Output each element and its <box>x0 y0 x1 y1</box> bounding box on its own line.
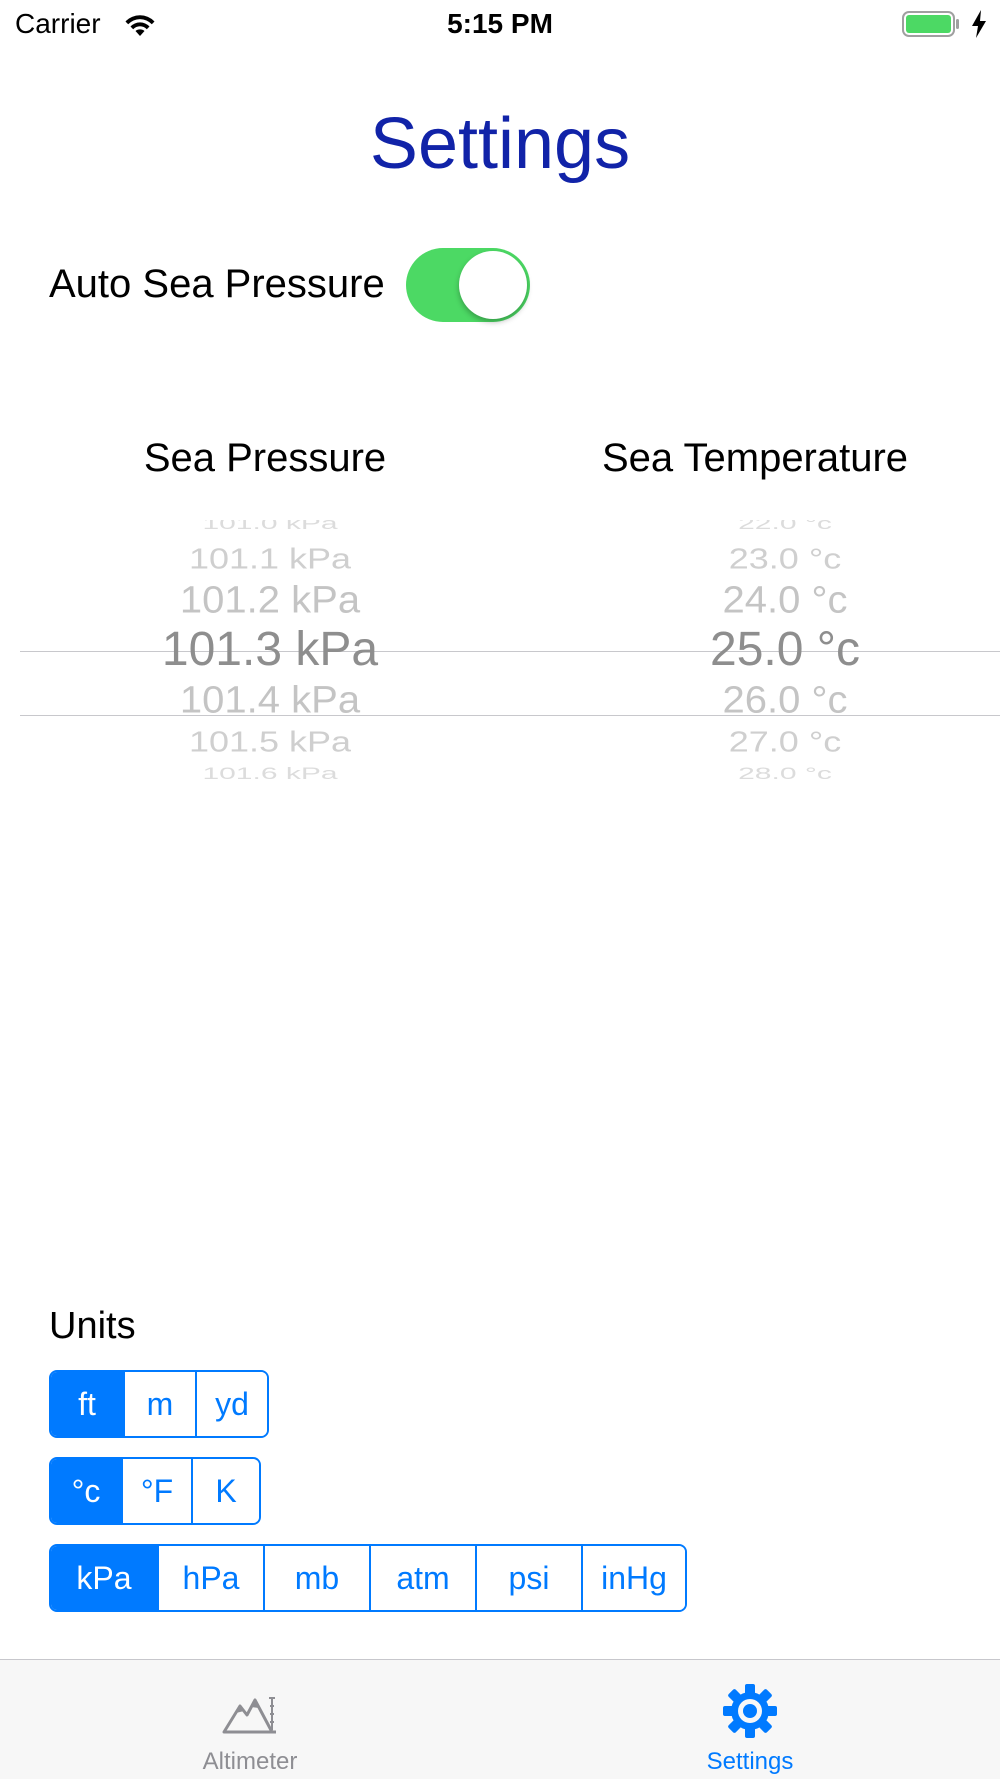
pressure-unit-segmented-control[interactable]: kPa hPa mb atm psi inHg <box>49 1544 687 1612</box>
sea-pressure-temperature-picker[interactable]: 101.0 kPa 22.0 °c 101.1 kPa 23.0 °c 101.2 kP… <box>20 520 1000 836</box>
page-title: Settings <box>369 104 631 184</box>
distance-unit-segmented-control[interactable]: ft m yd <box>49 1370 269 1438</box>
temperature-unit-option[interactable]: K <box>191 1459 259 1523</box>
pressure-unit-option[interactable]: psi <box>475 1546 581 1610</box>
pressure-unit-option[interactable]: hPa <box>157 1546 263 1610</box>
distance-unit-option[interactable]: m <box>123 1372 195 1436</box>
status-bar: Carrier 5:15 PM <box>0 0 1000 52</box>
distance-unit-option[interactable]: ft <box>51 1372 123 1436</box>
distance-unit-option[interactable]: yd <box>195 1372 267 1436</box>
temperature-unit-option[interactable]: °c <box>51 1459 121 1523</box>
temperature-unit-option[interactable]: °F <box>121 1459 191 1523</box>
sea-temperature-header: Sea Temperature <box>601 436 909 480</box>
gear-icon <box>723 1684 777 1738</box>
sea-pressure-header: Sea Pressure <box>143 436 387 480</box>
mountain-icon <box>222 1697 276 1734</box>
pressure-option[interactable]: 101.6 kPa <box>20 758 520 791</box>
auto-sea-pressure-label: Auto Sea Pressure <box>49 262 385 306</box>
pressure-unit-option[interactable]: kPa <box>51 1546 157 1610</box>
picker-row[interactable]: 101.6 kPa 28.0 °c <box>20 744 1000 804</box>
tab-altimeter[interactable]: Altimeter <box>0 1660 500 1779</box>
battery-icon <box>902 11 959 37</box>
auto-sea-pressure-toggle[interactable] <box>406 248 530 322</box>
tab-bar: Altimeter Settings <box>0 1659 1000 1779</box>
toggle-knob <box>459 251 527 319</box>
pressure-unit-option[interactable]: mb <box>263 1546 369 1610</box>
tab-settings[interactable]: Settings <box>500 1660 1000 1779</box>
temperature-option[interactable]: 28.0 °c <box>540 758 1000 791</box>
pressure-unit-option[interactable]: inHg <box>581 1546 685 1610</box>
tab-label-altimeter: Altimeter <box>202 1748 298 1775</box>
status-time: 5:15 PM <box>447 8 553 39</box>
temperature-unit-segmented-control[interactable]: °c °F K <box>49 1457 261 1525</box>
pressure-unit-option[interactable]: atm <box>369 1546 475 1610</box>
tab-label-settings: Settings <box>706 1748 794 1775</box>
charging-bolt-icon <box>972 10 986 38</box>
units-heading: Units <box>49 1305 136 1347</box>
